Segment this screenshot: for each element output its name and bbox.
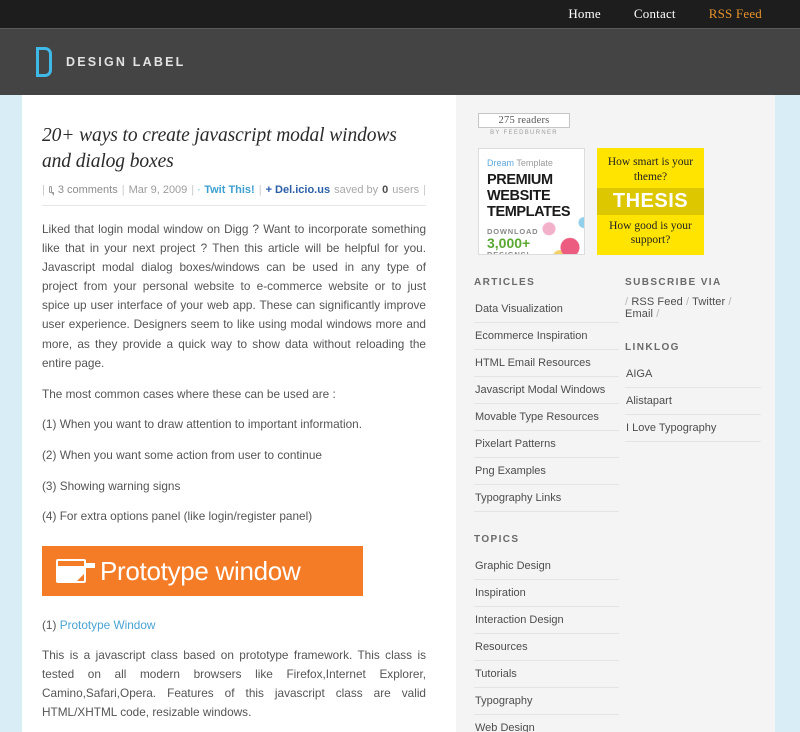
meta-sep-1: | (42, 183, 45, 196)
list-item[interactable]: Ecommerce Inspiration (474, 323, 620, 350)
meta-sep-5: | (423, 183, 426, 196)
list-item[interactable]: Resources (474, 634, 620, 661)
section-link[interactable]: Prototype Window (60, 618, 156, 632)
list-item[interactable]: Graphic Design (474, 553, 620, 580)
page-title: 20+ ways to create javascript modal wind… (42, 125, 397, 172)
saved-users-word: users (392, 183, 420, 196)
list-item[interactable]: Movable Type Resources (474, 404, 620, 431)
post-meta: | 3 comments | Mar 9, 2009 | Twit This! … (42, 184, 426, 206)
list-item[interactable]: Interaction Design (474, 607, 620, 634)
articles-list: Data Visualization Ecommerce Inspiration… (474, 296, 620, 512)
article-column: 20+ ways to create javascript modal wind… (22, 95, 456, 732)
twitter-bird-icon (198, 189, 201, 191)
articles-heading: ARTICLES (474, 277, 536, 288)
case-item-1: (1) When you want to draw attention to i… (42, 417, 362, 432)
slash-2: / (682, 296, 693, 308)
delicious-link[interactable]: + Del.icio.us (266, 184, 331, 196)
list-item[interactable]: Png Examples (474, 458, 620, 485)
feedburner-label: BY FEEDBURNER (490, 130, 558, 136)
comment-bubble-icon (48, 186, 54, 197)
list-item[interactable]: Typography (474, 688, 620, 715)
banner-label: Prototype window (100, 555, 301, 586)
saved-users-count: 0 (382, 183, 389, 196)
subscribe-link-twitter[interactable]: Twitter (692, 296, 725, 308)
ad-thesis[interactable]: How smart is your theme? THESIS How good… (597, 148, 704, 255)
list-item[interactable]: Alistapart (625, 388, 761, 415)
ad1-brand: Dream Template (487, 158, 576, 168)
ad2-line3: How good is your support? (609, 220, 692, 247)
feedburner-badge[interactable]: 275 readers BY FEEDBURNER (478, 113, 570, 136)
list-item[interactable]: Web Design (474, 715, 619, 732)
list-item[interactable]: Typography Links (474, 485, 620, 512)
meta-sep-2: | (121, 183, 125, 196)
meta-sep-4: | (258, 183, 262, 196)
linklog-heading: LINKLOG (625, 342, 680, 353)
list-item[interactable]: HTML Email Resources (474, 350, 620, 377)
list-item[interactable]: I Love Typography (625, 415, 761, 442)
saved-by-label: saved by (334, 183, 379, 196)
sidebar-ads: Dream Template PREMIUM WEBSITE TEMPLATES… (478, 148, 761, 255)
sidebar-left-column: ARTICLES Data Visualization Ecommerce In… (474, 277, 620, 732)
case-item-3: (3) Showing warning signs (42, 478, 181, 493)
list-item[interactable]: Javascript Modal Windows (474, 377, 620, 404)
sidebar-columns: ARTICLES Data Visualization Ecommerce In… (468, 277, 761, 732)
linklog-list: AIGA Alistapart I Love Typography (625, 361, 761, 442)
twit-this-link[interactable]: Twit This! (204, 184, 255, 196)
post-date: Mar 9, 2009 (128, 183, 188, 196)
section-number: (1) (42, 618, 60, 633)
subscribe-links: / RSS Feed / Twitter / Email / (625, 296, 761, 320)
list-item[interactable]: AIGA (625, 361, 761, 388)
ad2-line1: How smart is your theme? (607, 156, 694, 183)
list-item[interactable]: Inspiration (474, 580, 620, 607)
nav-link-home[interactable]: Home (568, 6, 601, 22)
sidebar-right-column: SUBSCRIBE VIA / RSS Feed / Twitter / Ema… (625, 277, 761, 732)
list-item[interactable]: Data Visualization (474, 296, 620, 323)
section-body: This is a javascript class based on prot… (42, 648, 426, 720)
browser-window-icon (56, 559, 86, 584)
site-header: DESIGN LABEL (0, 28, 800, 95)
case-item-4: (4) For extra options panel (like login/… (42, 509, 313, 524)
top-navigation-bar: Home Contact RSS Feed (0, 0, 800, 28)
ad1-brand-strong: Dream (487, 158, 515, 168)
subscribe-link-email[interactable]: Email (625, 308, 653, 320)
ad2-brand: THESIS (597, 188, 704, 215)
case-item-2: (2) When you want some action from user … (42, 448, 322, 463)
article-paragraph: Liked that login modal window on Digg ? … (42, 221, 426, 370)
topics-list: Graphic Design Inspiration Interaction D… (474, 553, 620, 732)
topics-heading: TOPICS (474, 534, 520, 545)
section-heading: (1) Prototype Window (42, 618, 426, 632)
subscribe-heading: SUBSCRIBE VIA (625, 277, 722, 288)
ad1-decoration-icon (528, 204, 584, 254)
prototype-window-banner[interactable]: Prototype window (42, 546, 363, 597)
meta-sep-3: | (191, 183, 195, 196)
feedburner-count: 275 readers (478, 113, 570, 128)
nav-link-contact[interactable]: Contact (634, 6, 676, 22)
page-body: 20+ ways to create javascript modal wind… (0, 95, 800, 732)
site-logo-text: DESIGN LABEL (66, 55, 186, 69)
list-item[interactable]: Pixelart Patterns (474, 431, 620, 458)
ad-dream-template[interactable]: Dream Template PREMIUM WEBSITE TEMPLATES… (478, 148, 585, 255)
content-sheet: 20+ ways to create javascript modal wind… (22, 95, 775, 732)
comments-count-link[interactable]: 3 comments (58, 184, 118, 196)
d-letterform-icon (36, 47, 52, 77)
list-item[interactable]: Tutorials (474, 661, 620, 688)
sidebar: 275 readers BY FEEDBURNER Dream Template… (456, 95, 775, 732)
site-logo[interactable]: DESIGN LABEL (36, 47, 185, 77)
ad1-brand-light: Template (514, 158, 553, 168)
nav-link-rss-feed[interactable]: RSS Feed (709, 6, 762, 22)
cases-intro: The most common cases where these can be… (42, 386, 336, 401)
subscribe-link-rss[interactable]: RSS Feed (631, 296, 683, 308)
slash-3: / (725, 296, 732, 308)
slash-4: / (653, 308, 660, 320)
